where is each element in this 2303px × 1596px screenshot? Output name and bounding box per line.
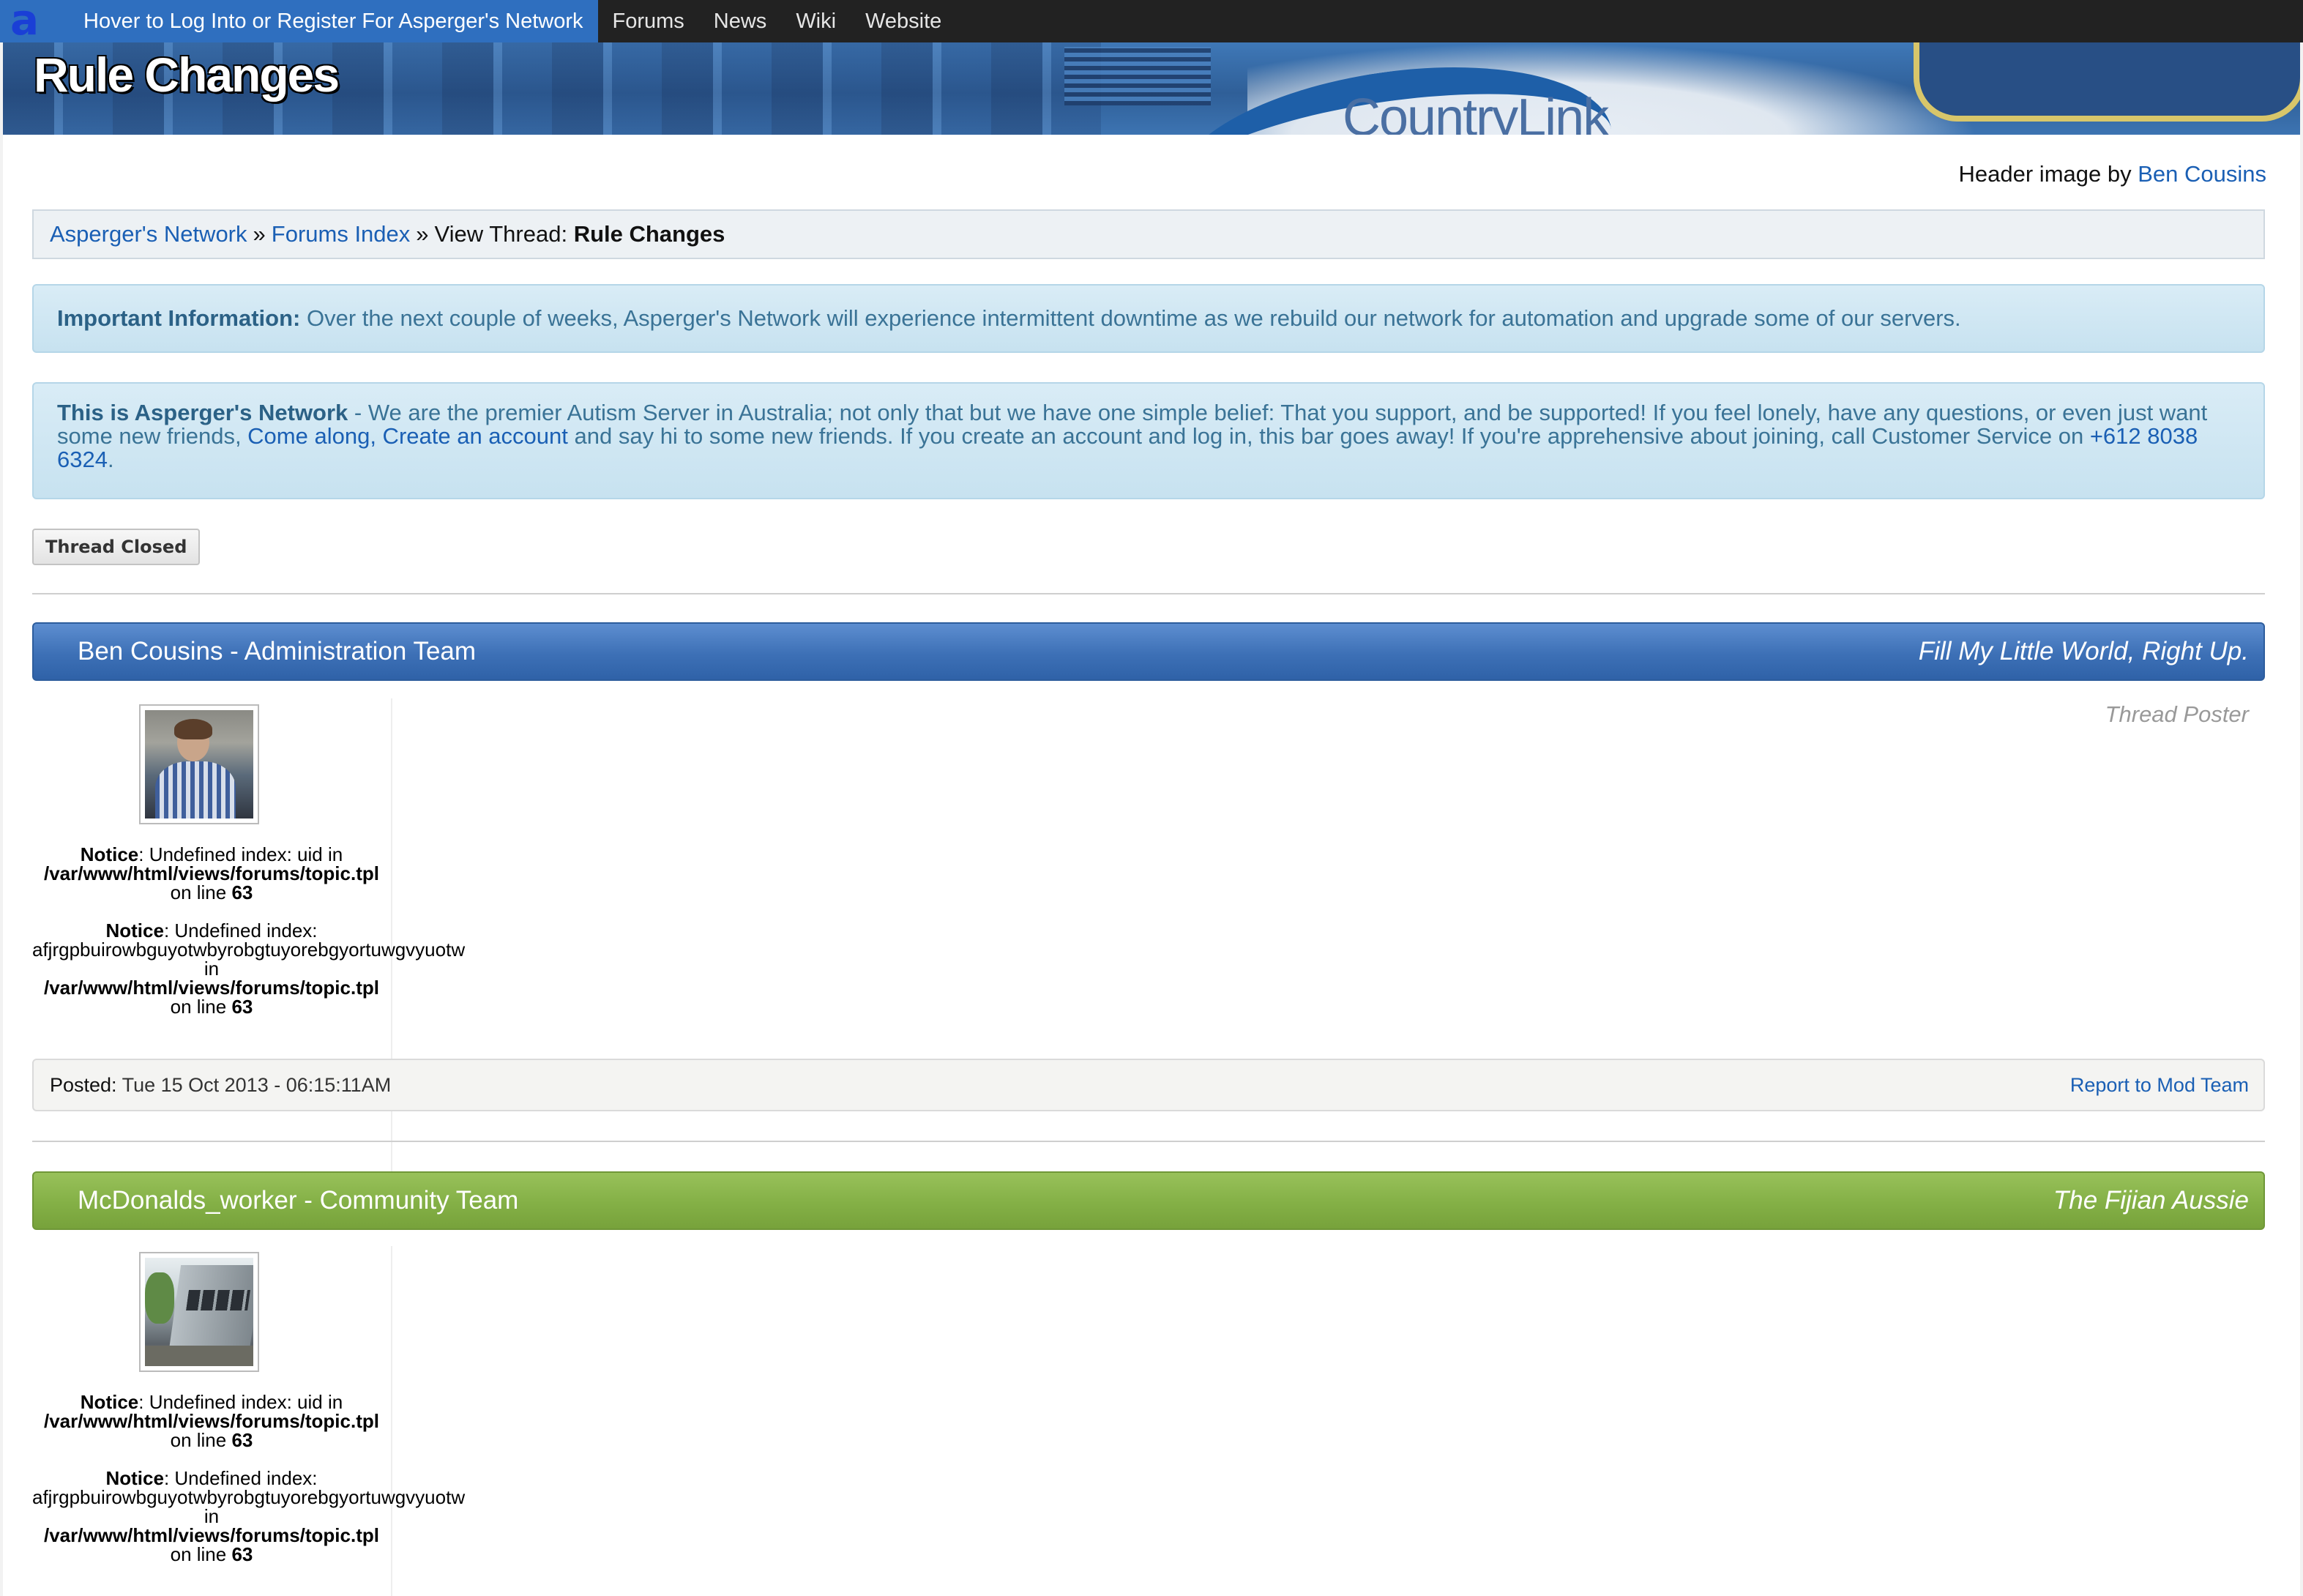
notice-line: 63	[231, 881, 253, 903]
notice-line-prefix: on line	[170, 1543, 227, 1565]
important-info-text: Over the next couple of weeks, Asperger'…	[306, 305, 1961, 331]
nav-website[interactable]: Website	[851, 0, 956, 42]
logo-a-icon: a	[10, 0, 40, 45]
post-author[interactable]: Ben Cousins - Administration Team	[78, 637, 476, 666]
divider	[32, 1141, 2265, 1142]
notice-line-prefix: on line	[170, 881, 227, 903]
post-header-admin: Ben Cousins - Administration Team Fill M…	[32, 622, 2265, 681]
nav-wiki[interactable]: Wiki	[781, 0, 851, 42]
login-register-menu[interactable]: a Hover to Log Into or Register For Aspe…	[0, 0, 598, 42]
avatar-photo-tree	[145, 1272, 174, 1324]
breadcrumb-home-link[interactable]: Asperger's Network	[50, 221, 247, 247]
notice-path: /var/www/html/views/forums/topic.tpl	[44, 862, 379, 884]
page-title: Rule Changes	[34, 48, 340, 102]
notice-path: /var/www/html/views/forums/topic.tpl	[44, 1410, 379, 1432]
welcome-text-3: .	[107, 447, 114, 472]
notice-in: in	[204, 1505, 220, 1527]
report-to-mod-link[interactable]: Report to Mod Team	[2070, 1074, 2249, 1097]
main-content: Header image by Ben Cousins Asperger's N…	[3, 135, 2300, 1596]
divider	[32, 593, 2265, 594]
header-train-windshield	[1914, 42, 2300, 122]
welcome-title: This is Asperger's Network	[57, 400, 348, 425]
important-info-label: Important Information:	[57, 305, 301, 331]
post-author-tagline: Fill My Little World, Right Up.	[1918, 637, 2249, 665]
nav-news[interactable]: News	[699, 0, 782, 42]
thread-closed-button[interactable]: Thread Closed	[32, 529, 201, 565]
php-notice: Notice: Undefined index: uid in /var/www…	[32, 845, 391, 902]
breadcrumb-current: Rule Changes	[573, 221, 725, 247]
welcome-text-2: and say hi to some new friends. If you c…	[567, 423, 2090, 449]
notice-key: afjrgpbuirowbguyotwbyrobgtuyorebgyortuwg…	[32, 1486, 466, 1508]
notice-in: in	[204, 958, 220, 980]
post-author-sidebar: Notice: Undefined index: uid in /var/www…	[32, 1246, 466, 1596]
post-author-tagline: The Fijian Aussie	[2053, 1186, 2249, 1215]
create-account-link[interactable]: Come along, Create an account	[247, 423, 568, 449]
header-credit-prefix: Header image by	[1958, 161, 2132, 187]
posted-date: Tue 15 Oct 2013 - 06:15:11AM	[122, 1073, 392, 1096]
post-header-community: McDonalds_worker - Community Team The Fi…	[32, 1171, 2265, 1230]
avatar-figure-hair	[174, 719, 212, 739]
php-notice: Notice: Undefined index: afjrgpbuirowbgu…	[32, 921, 466, 1018]
header-train-grille	[1064, 47, 1211, 105]
notice-key: afjrgpbuirowbguyotwbyrobgtuyorebgyortuwg…	[32, 939, 466, 961]
notice-line-prefix: on line	[170, 1429, 227, 1451]
post-date: Posted: Tue 15 Oct 2013 - 06:15:11AM	[50, 1074, 391, 1097]
thread-poster-label: Thread Poster	[2105, 701, 2249, 727]
breadcrumb-current-prefix: View Thread:	[434, 221, 568, 247]
login-register-label[interactable]: Hover to Log Into or Register For Asperg…	[50, 10, 583, 34]
header-banner: CountryLink Rule Changes	[3, 42, 2300, 135]
breadcrumb-separator: »	[253, 221, 266, 247]
avatar-photo-train-windows	[186, 1290, 250, 1310]
header-train-logo: CountryLink	[1343, 89, 1609, 135]
notice-line: 63	[231, 996, 253, 1018]
header-credit: Header image by Ben Cousins	[1959, 161, 2266, 187]
avatar-figure-shirt	[155, 761, 236, 818]
breadcrumb-separator: »	[416, 221, 429, 247]
php-notice: Notice: Undefined index: afjrgpbuirowbgu…	[32, 1469, 466, 1565]
notice-line: 63	[231, 1543, 253, 1565]
header-credit-author-link[interactable]: Ben Cousins	[2138, 161, 2266, 187]
notice-line: 63	[231, 1429, 253, 1451]
notice-path: /var/www/html/views/forums/topic.tpl	[44, 1524, 379, 1546]
breadcrumb: Asperger's Network » Forums Index » View…	[32, 209, 2265, 259]
avatar-image	[145, 1258, 253, 1366]
site-logo[interactable]: a	[0, 0, 50, 42]
avatar-image	[145, 710, 253, 818]
avatar[interactable]	[139, 1252, 259, 1372]
posted-label: Posted:	[50, 1073, 117, 1096]
post-author[interactable]: McDonalds_worker - Community Team	[78, 1186, 518, 1215]
php-notice: Notice: Undefined index: uid in /var/www…	[32, 1392, 391, 1450]
post-footer: Posted: Tue 15 Oct 2013 - 06:15:11AM Rep…	[32, 1059, 2265, 1111]
top-nav-bar: a Hover to Log Into or Register For Aspe…	[0, 0, 2303, 42]
important-info-banner: Important Information: Over the next cou…	[32, 284, 2265, 353]
nav-forums[interactable]: Forums	[598, 0, 699, 42]
avatar-photo-platform	[145, 1346, 253, 1366]
avatar[interactable]	[139, 704, 259, 824]
notice-path: /var/www/html/views/forums/topic.tpl	[44, 977, 379, 999]
notice-line-prefix: on line	[170, 996, 227, 1018]
welcome-banner: This is Asperger's Network - We are the …	[32, 382, 2265, 499]
breadcrumb-forums-link[interactable]: Forums Index	[272, 221, 411, 247]
